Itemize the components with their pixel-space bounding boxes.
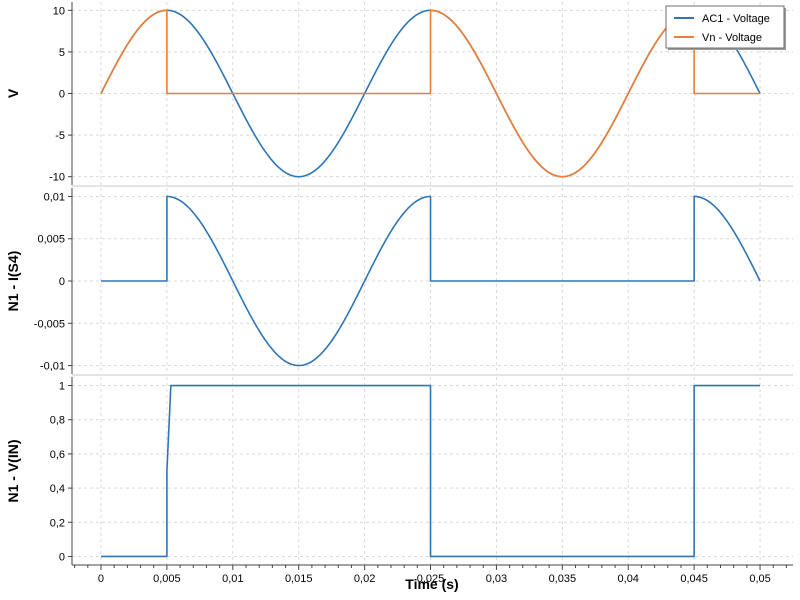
x-tick-label: 0,05 — [749, 573, 770, 585]
x-tick-label: 0,03 — [486, 573, 507, 585]
x-axis: 0 0,005 0,01 0,015 0,02 0,025 0,03 0,035 0,04 0,0… — [72, 564, 793, 592]
y-tick-label: 0 — [59, 89, 65, 101]
plot-area — [72, 377, 793, 565]
x-axis-title: Time (s) — [405, 576, 458, 592]
y-tick-label: 0,8 — [50, 415, 65, 427]
y-tick-label: 0,2 — [50, 517, 65, 529]
chart-panel-3: 0 0,2 0,4 0,6 0,8 1 N1 - V(IN) — [5, 377, 793, 565]
y-tick-label: 10 — [53, 5, 65, 17]
y-axis-title: N1 - I(S4) — [5, 251, 21, 312]
y-tick-label: 0 — [59, 551, 65, 563]
y-tick-label: 0,6 — [50, 449, 65, 461]
x-tick-label: 0,005 — [153, 573, 181, 585]
x-tick-label: 0,045 — [680, 573, 708, 585]
x-tick-label: 0,035 — [549, 573, 577, 585]
chart-panel-2: -0,01 -0,005 0 0,005 0,01 N1 - I(S4) — [5, 188, 793, 376]
y-tick-label: -5 — [55, 130, 65, 142]
x-tick-label: 0,01 — [222, 573, 243, 585]
y-tick-label: 0 — [59, 276, 65, 288]
y-tick-label: 0,4 — [50, 483, 65, 495]
x-tick-label: 0,04 — [618, 573, 639, 585]
y-tick-label: 1 — [59, 381, 65, 393]
x-tick-label: 0 — [98, 573, 104, 585]
y-axis-title: V — [5, 88, 21, 98]
y-tick-label: -0,005 — [34, 318, 65, 330]
x-tick-label: 0,015 — [285, 573, 313, 585]
legend-label: Vn - Voltage — [702, 32, 762, 44]
y-tick-label: 0,005 — [37, 234, 65, 246]
y-tick-label: 5 — [59, 47, 65, 59]
chart-panels: -10-50510V-0,01-0,00500,0050,01N1 - I(S4… — [5, 2, 793, 565]
chart: -10-50510V-0,01-0,00500,0050,01N1 - I(S4… — [5, 2, 793, 592]
y-tick-label: -0,01 — [40, 361, 65, 373]
y-tick-label: 0,01 — [44, 191, 65, 203]
y-tick-label: -10 — [49, 172, 65, 184]
y-axis-title: N1 - V(IN) — [5, 440, 21, 503]
legend: AC1 - Voltage Vn - Voltage — [665, 5, 786, 50]
legend-label: AC1 - Voltage — [702, 13, 770, 25]
x-tick-label: 0,02 — [354, 573, 375, 585]
